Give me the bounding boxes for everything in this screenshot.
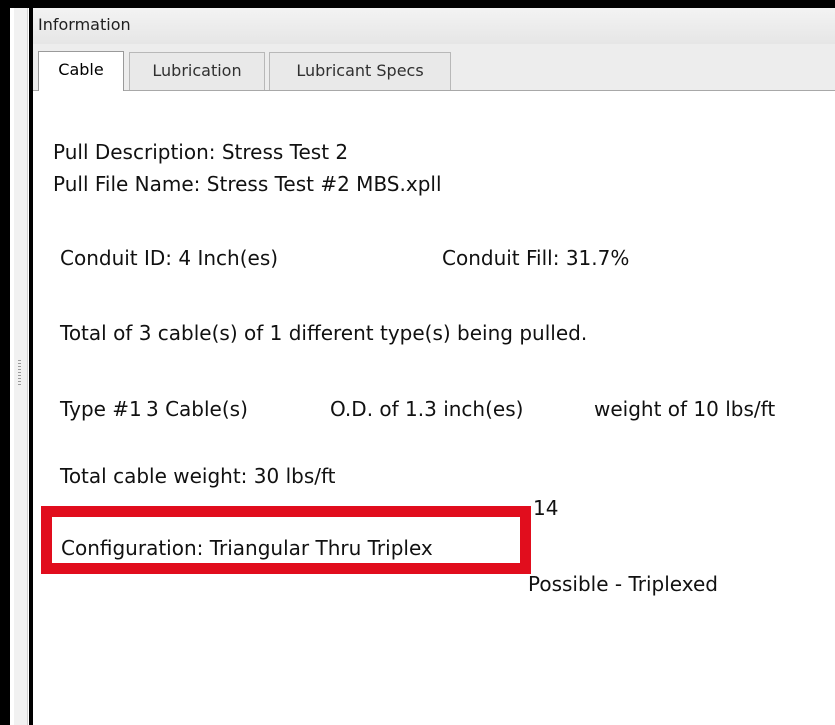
tab-lubrication[interactable]: Lubrication bbox=[129, 52, 265, 90]
pull-description: Pull Description: Stress Test 2 bbox=[53, 140, 349, 164]
cable-type-weight: weight of 10 lbs/ft bbox=[594, 397, 776, 421]
total-cables-summary: Total of 3 cable(s) of 1 different type(… bbox=[60, 321, 588, 345]
cable-type-count: 3 Cable(s) bbox=[146, 397, 248, 421]
window-left-border bbox=[0, 0, 10, 725]
cable-type-od: O.D. of 1.3 inch(es) bbox=[330, 397, 524, 421]
configuration-text: Configuration: Triangular Thru Triplex bbox=[61, 536, 433, 560]
window-top-border bbox=[0, 0, 835, 8]
panel-header bbox=[33, 8, 835, 44]
splitter-grip-icon[interactable] bbox=[18, 360, 21, 386]
conduit-fill: Conduit Fill: 31.7% bbox=[442, 246, 630, 270]
jam-clearance-analysis-partial: Possible - Triplexed bbox=[528, 572, 718, 596]
panel-title: Information bbox=[38, 15, 131, 34]
calculated-weight-correction-factor-partial: 14 bbox=[533, 496, 559, 520]
cable-type-number: Type #1 bbox=[60, 397, 142, 421]
conduit-id: Conduit ID: 4 Inch(es) bbox=[60, 246, 279, 270]
splitter-bar[interactable] bbox=[14, 8, 28, 725]
tab-lubricant-specs[interactable]: Lubricant Specs bbox=[269, 52, 451, 90]
pull-file-name: Pull File Name: Stress Test #2 MBS.xpll bbox=[53, 172, 442, 196]
total-cable-weight: Total cable weight: 30 lbs/ft bbox=[60, 464, 336, 488]
tab-cable[interactable]: Cable bbox=[38, 51, 124, 91]
